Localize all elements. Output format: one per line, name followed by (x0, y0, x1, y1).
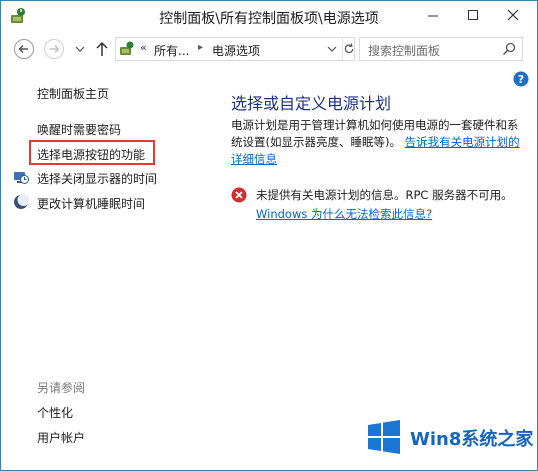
require-password-on-wakeup-link[interactable]: 唤醒时需要密码 (37, 121, 121, 138)
moon-icon (14, 194, 29, 209)
back-button[interactable] (13, 38, 35, 60)
minimize-icon (428, 15, 438, 17)
choose-power-button-link[interactable]: 选择电源按钮的功能 (37, 146, 145, 163)
up-arrow-icon[interactable] (94, 40, 110, 58)
personalization-link[interactable]: 个性化 (37, 404, 73, 421)
minimize-button[interactable] (413, 3, 453, 27)
maximize-button[interactable] (453, 3, 493, 27)
error-message: 未提供有关电源计划的信息。RPC 服务器不可用。 (256, 188, 513, 202)
why-cannot-retrieve-link[interactable]: Windows 为什么无法检索此信息? (256, 206, 432, 222)
search-box[interactable]: 搜索控制面板 (359, 37, 523, 61)
help-icon[interactable]: ? (513, 71, 529, 87)
svg-text:?: ? (518, 73, 524, 86)
title-bar: 控制面板\所有控制面板项\电源选项 (1, 1, 537, 33)
control-panel-home-link[interactable]: 控制面板主页 (37, 85, 109, 102)
breadcrumb-separator-icon[interactable]: ▸ (198, 42, 203, 53)
refresh-icon[interactable] (342, 38, 356, 60)
breadcrumb-all-items[interactable]: 所有... (154, 42, 189, 59)
power-plan-description: 电源计划是用于管理计算机如何使用电源的一套硬件和系统设置(如显示器亮度、睡眠等)… (231, 117, 527, 168)
watermark-text: Win8系统之家 (410, 429, 534, 450)
close-button[interactable] (493, 3, 533, 27)
page-title: 选择或自定义电源计划 (231, 94, 392, 113)
address-overflow[interactable]: « (140, 41, 147, 54)
control-panel-icon (120, 41, 134, 55)
change-sleep-time-link[interactable]: 更改计算机睡眠时间 (37, 195, 145, 212)
see-also-heading: 另请参阅 (37, 381, 86, 395)
error-icon (231, 187, 247, 203)
choose-display-off-time-link[interactable]: 选择关闭显示器的时间 (37, 170, 157, 187)
display-clock-icon (14, 172, 29, 184)
user-accounts-link[interactable]: 用户帐户 (37, 429, 85, 446)
search-icon[interactable] (502, 42, 516, 56)
recent-locations-chevron-icon[interactable] (75, 45, 85, 53)
breadcrumb-power-options[interactable]: 电源选项 (212, 42, 260, 59)
windows-logo-icon (368, 420, 400, 454)
navigation-bar: « 所有... ▸ 电源选项 搜索控制面板 (1, 34, 537, 64)
forward-button[interactable] (43, 38, 65, 60)
control-panel-window: 控制面板\所有控制面板项\电源选项 « 所有... ▸ 电源选项 搜索控制面板 … (0, 0, 538, 471)
close-icon (507, 9, 519, 21)
address-bar[interactable]: « 所有... ▸ 电源选项 (115, 37, 355, 61)
address-dropdown-icon[interactable] (324, 38, 340, 60)
maximize-icon (468, 10, 478, 20)
search-input[interactable]: 搜索控制面板 (368, 42, 440, 59)
